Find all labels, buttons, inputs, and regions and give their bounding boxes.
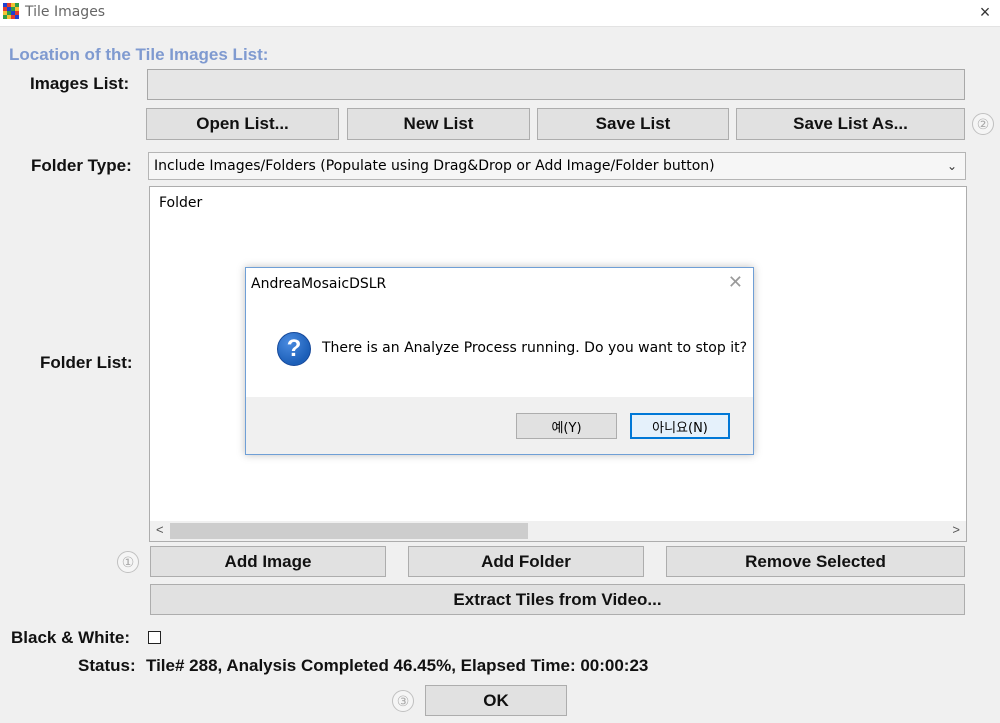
- chevron-down-icon: ⌄: [946, 159, 957, 173]
- horizontal-scrollbar[interactable]: < >: [150, 521, 966, 541]
- open-list-button[interactable]: Open List...: [146, 108, 339, 140]
- folder-type-select[interactable]: Include Images/Folders (Populate using D…: [148, 152, 966, 180]
- help-badge-2: ②: [972, 113, 994, 135]
- app-mosaic-icon: [3, 3, 19, 19]
- save-list-as-button[interactable]: Save List As...: [736, 108, 965, 140]
- app-icon-tile: [15, 15, 19, 19]
- confirm-dialog: AndreaMosaicDSLR ✕ ? There is an Analyze…: [245, 267, 754, 455]
- black-white-checkbox[interactable]: [148, 631, 161, 644]
- dialog-title: AndreaMosaicDSLR: [251, 276, 387, 292]
- window-title: Tile Images: [25, 4, 106, 20]
- scroll-right-icon[interactable]: >: [952, 522, 960, 537]
- question-icon: ?: [277, 332, 311, 366]
- add-folder-button[interactable]: Add Folder: [408, 546, 644, 577]
- add-image-button[interactable]: Add Image: [150, 546, 386, 577]
- help-badge-3: ③: [392, 690, 414, 712]
- extract-tiles-button[interactable]: Extract Tiles from Video...: [150, 584, 965, 615]
- save-list-button[interactable]: Save List: [537, 108, 729, 140]
- yes-button[interactable]: 예(Y): [516, 413, 617, 439]
- dialog-message: There is an Analyze Process running. Do …: [322, 340, 747, 356]
- section-title: Location of the Tile Images List:: [9, 45, 269, 64]
- help-badge-1: ①: [117, 551, 139, 573]
- window-close-icon[interactable]: ×: [970, 0, 1000, 26]
- no-button[interactable]: 아니요(N): [630, 413, 730, 439]
- new-list-button[interactable]: New List: [347, 108, 530, 140]
- remove-selected-button[interactable]: Remove Selected: [666, 546, 965, 577]
- status-text: Tile# 288, Analysis Completed 46.45%, El…: [146, 656, 649, 675]
- status-label: Status:: [78, 656, 136, 675]
- scroll-left-icon[interactable]: <: [156, 522, 164, 537]
- images-list-label: Images List:: [30, 74, 130, 93]
- images-list-field[interactable]: [147, 69, 965, 100]
- dialog-footer: 예(Y) 아니요(N): [246, 397, 753, 454]
- dialog-close-icon[interactable]: ✕: [728, 272, 743, 293]
- folder-list-label: Folder List:: [40, 353, 133, 372]
- black-white-label: Black & White:: [11, 628, 131, 647]
- window-titlebar: Tile Images ×: [0, 0, 1000, 27]
- list-item[interactable]: Folder: [159, 195, 202, 211]
- ok-button[interactable]: OK: [425, 685, 567, 716]
- scrollbar-thumb[interactable]: [170, 523, 528, 539]
- folder-type-value: Include Images/Folders (Populate using D…: [154, 158, 715, 174]
- folder-type-label: Folder Type:: [31, 156, 132, 175]
